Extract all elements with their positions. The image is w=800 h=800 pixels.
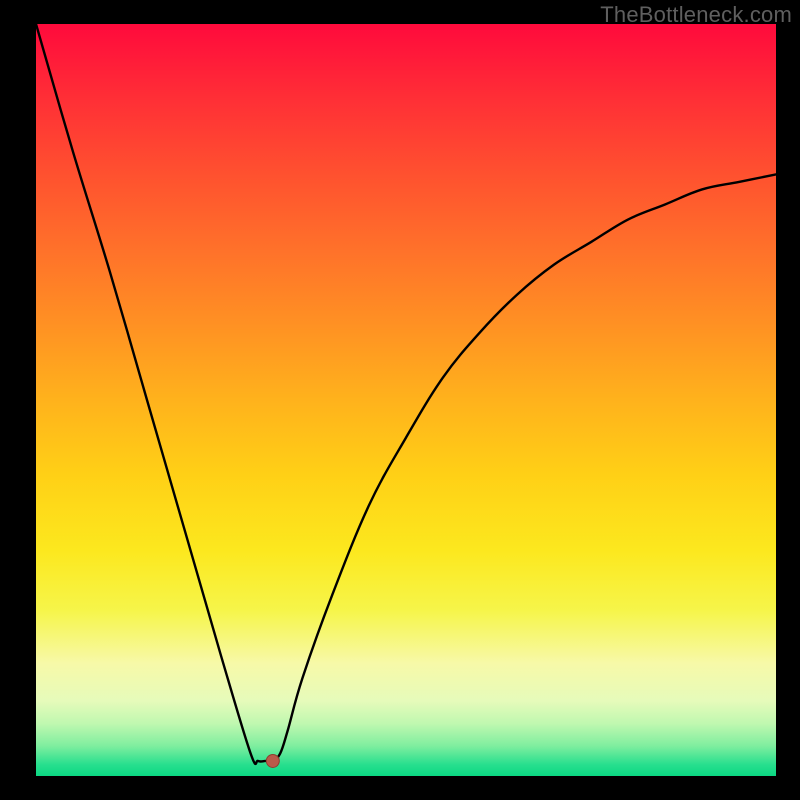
chart-frame: TheBottleneck.com	[0, 0, 800, 800]
bottleneck-chart	[36, 24, 776, 776]
optimal-point-marker	[266, 754, 279, 767]
watermark-text: TheBottleneck.com	[600, 2, 792, 28]
